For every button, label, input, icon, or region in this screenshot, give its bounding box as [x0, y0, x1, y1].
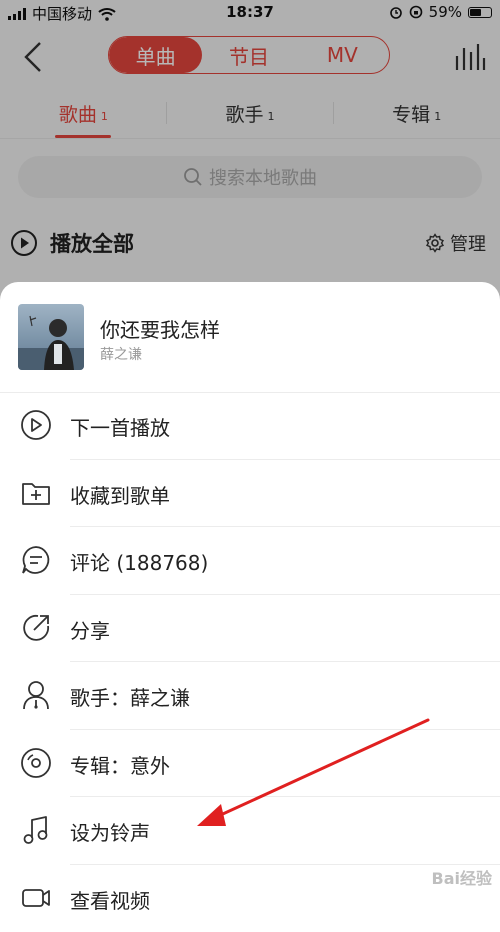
- menu-item-view-video[interactable]: 查看视频: [0, 865, 500, 932]
- album-icon: [20, 747, 52, 779]
- song-header: 你还要我怎样 薛之谦: [0, 282, 500, 393]
- comment-icon: [20, 544, 52, 576]
- options-menu: 下一首播放 收藏到歌单 评论 (188768): [0, 392, 500, 932]
- menu-item-set-ringtone[interactable]: 设为铃声: [0, 797, 500, 865]
- song-options-sheet: 你还要我怎样 薛之谦 下一首播放 收藏到歌单: [0, 282, 500, 902]
- menu-item-add-to-playlist[interactable]: 收藏到歌单: [0, 460, 500, 528]
- menu-item-share[interactable]: 分享: [0, 595, 500, 663]
- album-cover-image: [18, 304, 84, 370]
- singer-icon: [20, 679, 52, 711]
- ringtone-icon: [20, 814, 52, 846]
- local-music-page: 中国移动 18:37 59% 单曲 节目: [0, 0, 500, 895]
- add-folder-icon: [20, 477, 52, 509]
- menu-item-play-next[interactable]: 下一首播放: [0, 392, 500, 460]
- song-artist: 薛之谦: [100, 344, 142, 364]
- watermark: Bai经验: [432, 865, 492, 889]
- menu-item-comments[interactable]: 评论 (188768): [0, 527, 500, 595]
- play-next-icon: [20, 409, 52, 441]
- share-icon: [20, 612, 52, 644]
- menu-item-album[interactable]: 专辑：意外: [0, 730, 500, 798]
- song-title: 你还要我怎样: [100, 314, 220, 343]
- video-icon: [20, 882, 52, 914]
- menu-item-singer[interactable]: 歌手：薛之谦: [0, 662, 500, 730]
